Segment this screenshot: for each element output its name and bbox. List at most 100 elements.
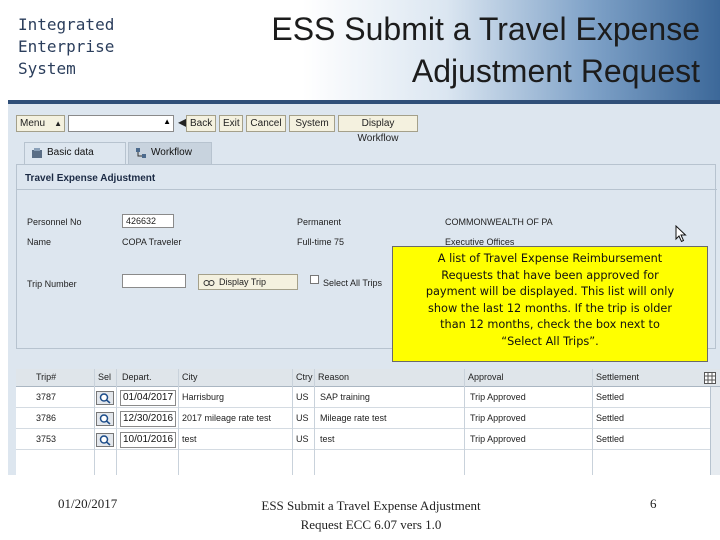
- select-all-trips-checkbox[interactable]: [310, 275, 319, 284]
- column-divider: [292, 369, 293, 475]
- column-divider: [592, 369, 593, 475]
- personnel-no-label: Personnel No: [27, 217, 82, 227]
- select-trip-icon[interactable]: [96, 412, 114, 426]
- employer-value: COMMONWEALTH OF PA: [445, 217, 553, 227]
- cell-city: test: [182, 434, 197, 444]
- table-header: Trip# Sel Depart. City Ctry Reason Appro…: [16, 369, 720, 387]
- slide-title-line-1: ESS Submit a Travel Expense: [271, 11, 700, 47]
- fulltime-label: Full-time 75: [297, 237, 345, 247]
- slide-title-line-2: Adjustment Request: [411, 53, 700, 89]
- slide-header: Integrated Enterprise System ESS Submit …: [0, 0, 720, 100]
- page-number: 6: [650, 496, 657, 511]
- col-city[interactable]: City: [182, 372, 198, 382]
- cell-trip: 3787: [36, 392, 57, 402]
- col-settlement[interactable]: Settlement: [596, 372, 639, 382]
- col-ctry[interactable]: Ctry: [296, 372, 313, 382]
- tab-label: Basic data: [47, 147, 94, 158]
- org-line-3: System: [18, 59, 76, 78]
- callout-line: “Select All Trips”.: [501, 334, 599, 348]
- cell-trip: 3786: [36, 413, 57, 423]
- callout-line: than 12 months, check the box next to: [440, 318, 660, 332]
- table-row[interactable]: 3787 01/04/2017 Harrisburg US SAP traini…: [16, 388, 720, 408]
- col-sel[interactable]: Sel: [98, 372, 111, 382]
- select-all-trips-label: Select All Trips: [323, 278, 383, 288]
- table-row[interactable]: 3786 12/30/2016 2017 mileage rate test U…: [16, 409, 720, 429]
- menu-button[interactable]: Menu ▲: [16, 115, 65, 132]
- name-label: Name: [27, 237, 52, 247]
- display-glasses-icon: [203, 280, 215, 286]
- callout-line: Requests that have been approved for: [441, 268, 659, 282]
- cell-reason: Mileage rate test: [320, 413, 387, 423]
- footer-doc-line-2: Request ECC 6.07 vers 1.0: [300, 517, 442, 532]
- dropdown-icon: ▲: [54, 119, 62, 128]
- vertical-scrollbar[interactable]: [710, 387, 720, 475]
- column-divider: [314, 369, 315, 475]
- col-depart[interactable]: Depart.: [122, 372, 152, 382]
- workflow-icon: [136, 148, 146, 158]
- org-line-1: Integrated: [18, 15, 115, 34]
- cell-depart: 10/01/2016: [120, 432, 177, 448]
- personnel-no-field: 426632: [122, 214, 174, 228]
- select-trip-icon[interactable]: [96, 433, 114, 447]
- mouse-cursor-icon: [675, 225, 687, 243]
- trips-table: Trip# Sel Depart. City Ctry Reason Appro…: [16, 369, 720, 475]
- instruction-callout: A list of Travel Expense Reimbursement R…: [392, 246, 708, 362]
- divider: [17, 189, 717, 190]
- system-button[interactable]: System: [289, 115, 335, 132]
- toolbar: Menu ▲ ▲ ◀ Back Exit Cancel System Displ…: [8, 112, 720, 144]
- callout-line: A list of Travel Expense Reimbursement: [437, 252, 663, 265]
- col-reason[interactable]: Reason: [318, 372, 349, 382]
- col-trip[interactable]: Trip#: [36, 372, 56, 382]
- cancel-button[interactable]: Cancel: [246, 115, 286, 132]
- column-divider: [116, 369, 117, 475]
- slide-title: ESS Submit a Travel Expense Adjustment R…: [230, 8, 700, 92]
- table-row[interactable]: 3753 10/01/2016 test US test Trip Approv…: [16, 430, 720, 450]
- col-approval[interactable]: Approval: [468, 372, 504, 382]
- cell-reason: test: [320, 434, 335, 444]
- tab-label: Workflow: [151, 147, 192, 158]
- cell-approval: Trip Approved: [470, 413, 526, 423]
- cell-reason: SAP training: [320, 392, 370, 402]
- back-button[interactable]: Back: [186, 115, 216, 132]
- exit-button[interactable]: Exit: [219, 115, 243, 132]
- footer-date: 01/20/2017: [58, 496, 118, 511]
- cell-ctry: US: [296, 392, 309, 402]
- cell-settlement: Settled: [596, 392, 625, 402]
- dropdown-icon: ▲: [163, 117, 171, 126]
- cell-approval: Trip Approved: [470, 392, 526, 402]
- cell-settlement: Settled: [596, 413, 625, 423]
- cell-settlement: Settled: [596, 434, 625, 444]
- panel-title: Travel Expense Adjustment: [25, 173, 156, 184]
- org-line-2: Enterprise: [18, 37, 115, 56]
- cell-depart: 12/30/2016: [120, 411, 177, 427]
- callout-line: payment will be displayed. This list wil…: [425, 285, 675, 299]
- name-value: COPA Traveler: [122, 237, 182, 247]
- tab-basic-data[interactable]: Basic data: [24, 142, 126, 164]
- select-trip-icon[interactable]: [96, 391, 114, 405]
- menu-label: Menu: [20, 118, 46, 129]
- org-name: Integrated Enterprise System: [18, 14, 158, 80]
- cell-depart: 01/04/2017: [120, 390, 177, 406]
- column-divider: [464, 369, 465, 475]
- cell-trip: 3753: [36, 434, 57, 444]
- cell-ctry: US: [296, 434, 309, 444]
- trip-number-label: Trip Number: [27, 279, 77, 289]
- footer-document-title: ESS Submit a Travel Expense Adjustment R…: [240, 496, 502, 534]
- permanent-label: Permanent: [297, 217, 342, 227]
- cell-city: 2017 mileage rate test: [182, 413, 272, 423]
- display-trip-label: Display Trip: [219, 277, 267, 287]
- cell-ctry: US: [296, 413, 309, 423]
- table-settings-icon[interactable]: [704, 372, 716, 384]
- column-divider: [94, 369, 95, 475]
- basic-data-icon: [32, 148, 42, 158]
- command-field[interactable]: ▲: [68, 115, 174, 132]
- tab-workflow[interactable]: Workflow: [128, 142, 212, 164]
- column-divider: [178, 369, 179, 475]
- cell-city: Harrisburg: [182, 392, 225, 402]
- callout-line: show the last 12 months. If the trip is …: [427, 301, 673, 315]
- cell-approval: Trip Approved: [470, 434, 526, 444]
- trip-number-input[interactable]: [122, 274, 186, 288]
- footer-doc-line-1: ESS Submit a Travel Expense Adjustment: [261, 498, 481, 513]
- display-trip-button[interactable]: Display Trip: [198, 274, 298, 290]
- display-workflow-button[interactable]: Display Workflow: [338, 115, 418, 144]
